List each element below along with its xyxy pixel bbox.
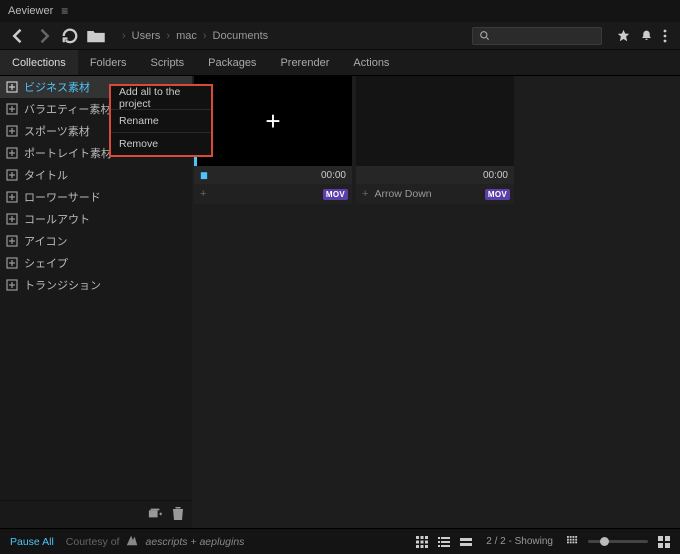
search-icon <box>479 30 490 41</box>
tab-prerender[interactable]: Prerender <box>268 50 341 75</box>
trash-icon[interactable] <box>172 507 184 523</box>
context-menu: Add all to the project Rename Remove <box>109 84 213 157</box>
tab-packages[interactable]: Packages <box>196 50 268 75</box>
collection-icon <box>6 257 18 269</box>
brand-logo-icon <box>125 533 139 550</box>
collection-icon <box>6 81 18 93</box>
thumbnail-timebar: 00:00 <box>356 166 514 184</box>
titlebar: Aeviewer ≡ <box>0 0 680 22</box>
chevron-right-icon: › <box>122 30 126 42</box>
chevron-right-icon: › <box>203 30 207 42</box>
bell-icon[interactable] <box>640 29 653 42</box>
tab-actions[interactable]: Actions <box>341 50 401 75</box>
refresh-button[interactable] <box>60 26 80 46</box>
main-panel: + ▮▮ 00:00 + MOV 00:00 <box>192 76 680 528</box>
collection-icon <box>6 103 18 115</box>
sidebar-item-label: コールアウト <box>24 211 90 227</box>
slider-thumb[interactable] <box>600 537 609 546</box>
collection-icon <box>6 125 18 137</box>
thumbnail-timebar: ▮▮ 00:00 <box>194 166 352 184</box>
body: ビジネス素材 バラエティー素材 スポーツ素材 ポートレイト素材 タイトル ローワ… <box>0 76 680 528</box>
grid-view-icon[interactable] <box>416 536 428 548</box>
thumbnail-preview[interactable] <box>356 76 514 166</box>
search-input[interactable] <box>472 27 602 45</box>
thumbnail-size-slider[interactable] <box>588 540 648 543</box>
sidebar-footer <box>0 500 192 528</box>
collection-icon <box>6 235 18 247</box>
context-menu-item-remove[interactable]: Remove <box>111 132 211 155</box>
thumbnail-item[interactable]: 00:00 + Arrow Down MOV <box>356 76 514 204</box>
thumbnail-preview[interactable]: + <box>194 76 352 166</box>
collection-icon <box>6 169 18 181</box>
plus-icon: + <box>265 106 280 137</box>
toolbar-right <box>612 29 672 43</box>
breadcrumb-item[interactable]: Users <box>132 30 161 42</box>
thumbnail-namebar: + MOV <box>194 184 352 204</box>
sidebar-item-label: スポーツ素材 <box>24 123 90 139</box>
folder-button[interactable] <box>86 26 106 46</box>
breadcrumbs: › Users › mac › Documents <box>118 30 270 42</box>
breadcrumb-item[interactable]: Documents <box>213 30 269 42</box>
format-badge: MOV <box>485 189 510 200</box>
breadcrumb-item[interactable]: mac <box>176 30 197 42</box>
detail-view-icon[interactable] <box>460 536 472 548</box>
sidebar-item-label: ポートレイト素材 <box>24 145 112 161</box>
format-badge: MOV <box>323 189 348 200</box>
favorite-icon[interactable] <box>617 29 630 42</box>
add-icon[interactable]: + <box>200 188 206 200</box>
sidebar-item[interactable]: タイトル <box>0 164 192 186</box>
thumbnail-namebar: + Arrow Down MOV <box>356 184 514 204</box>
tab-scripts[interactable]: Scripts <box>139 50 197 75</box>
sidebar-item[interactable]: アイコン <box>0 230 192 252</box>
sidebar-item[interactable]: トランジション <box>0 274 192 296</box>
sidebar-item-label: タイトル <box>24 167 68 183</box>
add-collection-icon[interactable] <box>148 506 162 523</box>
tab-bar: Collections Folders Scripts Packages Pre… <box>0 50 680 76</box>
small-grid-icon[interactable] <box>567 536 578 547</box>
sidebar-item-label: トランジション <box>24 277 101 293</box>
back-button[interactable] <box>8 26 28 46</box>
thumbnail-name: Arrow Down <box>374 188 431 200</box>
sidebar-item[interactable]: シェイプ <box>0 252 192 274</box>
pause-icon[interactable]: ▮▮ <box>200 170 206 181</box>
large-grid-icon[interactable] <box>658 536 670 548</box>
sidebar-item-label: ビジネス素材 <box>24 79 90 95</box>
more-icon[interactable] <box>663 29 667 43</box>
sidebar-item-label: シェイプ <box>24 255 68 271</box>
hamburger-icon[interactable]: ≡ <box>61 4 68 18</box>
thumbnail-time: 00:00 <box>483 170 508 181</box>
view-controls: 2 / 2 - Showing <box>416 536 670 548</box>
forward-button[interactable] <box>34 26 54 46</box>
list-view-icon[interactable] <box>438 536 450 548</box>
sidebar-item-label: バラエティー素材 <box>24 101 111 117</box>
sidebar-item-label: ローワーサード <box>24 189 101 205</box>
toolbar: › Users › mac › Documents <box>0 22 680 50</box>
courtesy-label: Courtesy of <box>66 536 120 548</box>
thumbnail-item[interactable]: + ▮▮ 00:00 + MOV <box>194 76 352 204</box>
app-title: Aeviewer <box>8 5 53 17</box>
add-icon[interactable]: + <box>362 188 368 200</box>
context-menu-item-add-all[interactable]: Add all to the project <box>111 86 211 109</box>
pause-all-button[interactable]: Pause All <box>10 536 54 548</box>
status-bar: Pause All Courtesy of aescripts + aeplug… <box>0 528 680 554</box>
item-count: 2 / 2 - Showing <box>486 536 553 547</box>
sidebar-item-label: アイコン <box>24 233 67 249</box>
collection-icon <box>6 213 18 225</box>
tab-collections[interactable]: Collections <box>0 50 78 75</box>
collection-icon <box>6 147 18 159</box>
brand-label: aescripts + aeplugins <box>145 536 244 548</box>
tab-folders[interactable]: Folders <box>78 50 139 75</box>
thumbnail-time: 00:00 <box>321 170 346 181</box>
collection-icon <box>6 279 18 291</box>
chevron-right-icon: › <box>166 30 170 42</box>
thumbnail-grid: + ▮▮ 00:00 + MOV 00:00 <box>192 76 680 528</box>
sidebar-item[interactable]: ローワーサード <box>0 186 192 208</box>
sidebar-item[interactable]: コールアウト <box>0 208 192 230</box>
context-menu-item-rename[interactable]: Rename <box>111 109 211 132</box>
collection-icon <box>6 191 18 203</box>
